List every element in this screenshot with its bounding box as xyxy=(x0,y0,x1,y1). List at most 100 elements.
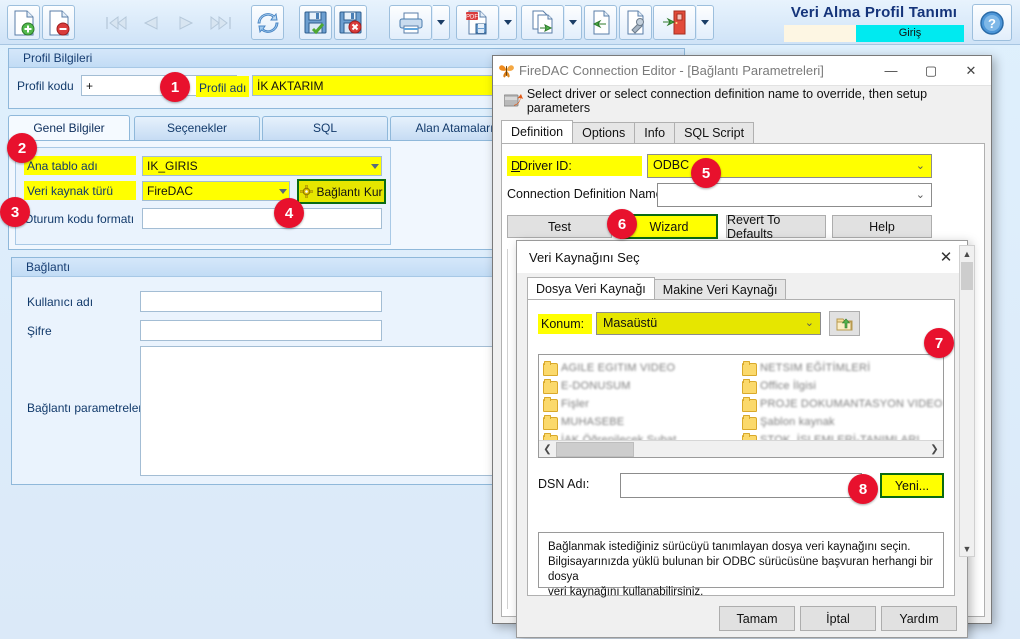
password-label: Şifre xyxy=(27,324,52,338)
list-item[interactable]: Şablon kaynak xyxy=(742,413,943,431)
page-wrench-icon xyxy=(627,10,644,35)
list-item[interactable]: E-DONUSUM xyxy=(543,377,738,395)
exit-dropdown-button[interactable] xyxy=(697,5,714,40)
import-button[interactable] xyxy=(584,5,617,40)
source-type-input[interactable] xyxy=(142,181,290,201)
folder-icon xyxy=(742,360,757,376)
params-vertical-scrollbar[interactable]: ▲ ▼ xyxy=(959,245,975,557)
step-badge-7: 7 xyxy=(924,328,954,358)
export-dropdown-button[interactable] xyxy=(565,5,582,40)
help-button[interactable]: ? xyxy=(972,4,1012,41)
firedac-minimize-button[interactable]: — xyxy=(871,56,911,85)
step-badge-5: 5 xyxy=(691,158,721,188)
print-button[interactable] xyxy=(389,5,432,40)
username-label: Kullanıcı adı xyxy=(27,295,94,309)
page-title: Veri Alma Profil Tanımı xyxy=(790,4,958,21)
konum-combo[interactable]: Masaüstü ⌄ xyxy=(596,312,821,335)
next-record-button[interactable] xyxy=(169,5,202,40)
tab-sql[interactable]: SQL xyxy=(262,116,388,140)
scrollbar-thumb[interactable] xyxy=(556,441,634,457)
prev-record-button[interactable] xyxy=(134,5,167,40)
description-line-1: Bağlanmak istediğiniz sürücüyü tanımlaya… xyxy=(548,541,911,553)
scroll-left-icon[interactable]: ❮ xyxy=(539,441,556,457)
scroll-down-icon[interactable]: ▼ xyxy=(960,541,974,556)
tab-secenekler[interactable]: Seçenekler xyxy=(134,116,260,140)
step-badge-8: 8 xyxy=(848,474,878,504)
pdf-dropdown-button[interactable] xyxy=(500,5,517,40)
file-name: Office İlgisi xyxy=(760,380,817,392)
list-item[interactable]: AGILE EGITIM VIDEO xyxy=(543,359,738,377)
folder-icon xyxy=(742,414,757,430)
main-table-input[interactable] xyxy=(142,156,382,176)
save-button[interactable] xyxy=(299,5,332,40)
connection-definition-name-text: Connection Definition Name: xyxy=(507,187,667,201)
driver-id-label: DDriver ID: xyxy=(507,156,642,176)
firedac-tab-info[interactable]: Info xyxy=(634,122,676,143)
driver-id-combo[interactable]: ODBC ⌄ xyxy=(647,154,932,178)
new-dsn-button[interactable]: Yeni... xyxy=(880,473,944,498)
session-format-input[interactable] xyxy=(142,208,382,229)
ok-button[interactable]: Tamam xyxy=(719,606,795,631)
folder-icon xyxy=(742,378,757,394)
up-one-level-button[interactable] xyxy=(829,311,860,336)
scroll-up-icon[interactable]: ▲ xyxy=(960,246,974,261)
scroll-right-icon[interactable]: ❯ xyxy=(926,441,943,457)
connection-params-label: Bağlantı parametreleri xyxy=(27,401,146,415)
inspect-button[interactable] xyxy=(619,5,652,40)
tab-dosya-veri-kaynagi[interactable]: Dosya Veri Kaynağı xyxy=(527,277,655,300)
firedac-tabstrip: Definition Options Info SQL Script xyxy=(501,120,755,143)
driver-id-label-text: Driver ID: xyxy=(519,159,572,173)
file-name: NETSIM EĞİTİMLERİ xyxy=(760,362,871,374)
file-list-horizontal-scrollbar[interactable]: ❮ ❯ xyxy=(539,440,943,457)
step-badge-4: 4 xyxy=(274,198,304,228)
connection-definition-name-combo[interactable]: ⌄ xyxy=(657,183,932,207)
export-pdf-button[interactable]: PDF xyxy=(456,5,499,40)
step-badge-1: 1 xyxy=(160,72,190,102)
dsn-input[interactable] xyxy=(620,473,862,498)
firedac-tab-sqlscript[interactable]: SQL Script xyxy=(674,122,755,143)
cancel-save-button[interactable] xyxy=(334,5,367,40)
file-column-2: NETSIM EĞİTİMLERİ Office İlgisi PROJE DO… xyxy=(742,359,943,449)
refresh-icon xyxy=(256,12,279,33)
copy-export-icon xyxy=(532,10,553,34)
main-table-label: Ana tablo adı xyxy=(24,156,136,175)
firedac-maximize-button[interactable]: ▢ xyxy=(911,56,951,85)
firedac-tab-definition[interactable]: Definition xyxy=(501,120,574,143)
pdf-save-icon: PDF xyxy=(466,10,487,35)
cancel-button[interactable]: İptal xyxy=(800,606,876,631)
username-input[interactable] xyxy=(140,291,382,312)
first-record-button[interactable] xyxy=(99,5,132,40)
test-button[interactable]: Test xyxy=(507,215,612,238)
folder-up-icon xyxy=(836,318,853,331)
page-back-icon xyxy=(592,10,609,35)
source-type-combo[interactable] xyxy=(142,181,290,201)
tab-makine-veri-kaynagi[interactable]: Makine Veri Kaynağı xyxy=(653,279,787,300)
status-left-spacer xyxy=(784,25,856,42)
main-table-combo[interactable] xyxy=(142,156,382,176)
vksec-close-button[interactable]: ✕ xyxy=(929,243,963,271)
list-item[interactable]: Fişler xyxy=(543,395,738,413)
printer-icon xyxy=(399,12,422,33)
list-item[interactable]: MUHASEBE xyxy=(543,413,738,431)
file-list[interactable]: AGILE EGITIM VIDEO E-DONUSUM Fişler MUHA… xyxy=(538,354,944,458)
list-item[interactable]: NETSIM EĞİTİMLERİ xyxy=(742,359,943,377)
revert-to-defaults-button[interactable]: Revert To Defaults xyxy=(726,213,826,241)
exit-button[interactable] xyxy=(653,5,696,40)
list-item[interactable]: Office İlgisi xyxy=(742,377,943,395)
connect-button[interactable]: Bağlantı Kur xyxy=(297,179,386,204)
list-item[interactable]: PROJE DOKUMANTASYON VIDEO xyxy=(742,395,943,413)
firedac-tab-options[interactable]: Options xyxy=(572,122,636,143)
delete-record-button[interactable] xyxy=(42,5,75,40)
firedac-close-button[interactable]: ✕ xyxy=(951,56,991,85)
last-record-button[interactable] xyxy=(204,5,237,40)
help-button-vksec[interactable]: Yardım xyxy=(881,606,957,631)
password-input[interactable] xyxy=(140,320,382,341)
connection-params-textarea[interactable] xyxy=(140,346,500,476)
folder-icon xyxy=(742,396,757,412)
new-record-button[interactable] xyxy=(7,5,40,40)
copy-export-button[interactable] xyxy=(521,5,564,40)
help-button[interactable]: Help xyxy=(832,215,932,238)
refresh-button[interactable] xyxy=(251,5,284,40)
scrollbar-thumb[interactable] xyxy=(961,262,973,290)
print-dropdown-button[interactable] xyxy=(433,5,450,40)
